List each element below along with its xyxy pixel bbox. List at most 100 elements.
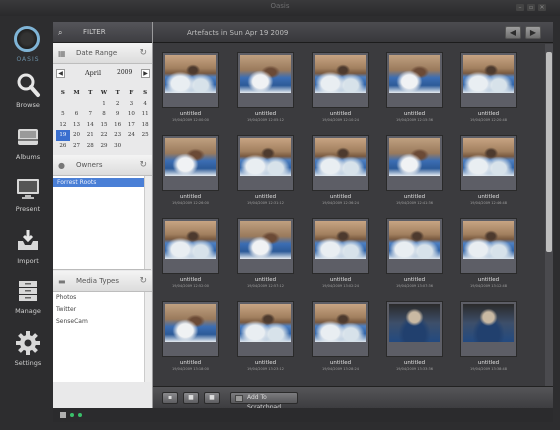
calendar-day[interactable] (125, 141, 139, 152)
calendar-day[interactable]: 15 (97, 120, 111, 131)
artefact-tile[interactable]: untitled 19/04/2009 12:52:00 (162, 218, 219, 291)
artefact-thumbnail[interactable] (312, 135, 369, 191)
media-type-item[interactable]: SenseCam (53, 316, 151, 328)
artefact-tile[interactable]: untitled 19/04/2009 12:26:00 (162, 135, 219, 208)
calendar-day[interactable]: 14 (83, 120, 97, 131)
calendar-day[interactable]: 10 (125, 109, 139, 120)
artefact-tile[interactable]: untitled 19/04/2009 13:12:48 (460, 218, 517, 291)
calendar-day[interactable] (138, 141, 152, 152)
calendar-day[interactable]: 16 (111, 120, 125, 131)
forward-button[interactable]: ▶ (525, 26, 541, 39)
artefact-tile[interactable]: untitled 19/04/2009 12:36:24 (312, 135, 369, 208)
dock-item-browse[interactable]: Browse (0, 72, 56, 109)
artefact-tile[interactable]: untitled 19/04/2009 12:15:36 (386, 52, 443, 125)
artefact-tile[interactable]: untitled 19/04/2009 13:07:36 (386, 218, 443, 291)
next-month-button[interactable]: ▶ (141, 69, 150, 78)
artefact-thumbnail[interactable] (312, 218, 369, 274)
artefact-tile[interactable]: untitled 19/04/2009 13:02:24 (312, 218, 369, 291)
artefact-thumbnail[interactable] (162, 135, 219, 191)
calendar-day[interactable]: 5 (56, 109, 70, 120)
calendar-day[interactable]: 29 (97, 141, 111, 152)
artefact-thumbnail[interactable] (460, 135, 517, 191)
artefact-thumbnail[interactable] (162, 52, 219, 108)
dock-item-present[interactable]: Present (0, 176, 56, 213)
back-button[interactable]: ◀ (505, 26, 521, 39)
artefact-tile[interactable]: untitled 19/04/2009 13:18:00 (162, 301, 219, 374)
owner-item[interactable]: Forrest Roots (53, 178, 151, 187)
artefact-thumbnail[interactable] (237, 218, 294, 274)
artefact-tile[interactable]: untitled 19/04/2009 12:00:00 (162, 52, 219, 125)
calendar-day[interactable]: 1 (97, 99, 111, 110)
grid-scrollbar[interactable] (545, 44, 553, 404)
calendar-year[interactable]: 2009 (117, 69, 132, 76)
calendar-day[interactable]: 17 (125, 120, 139, 131)
artefact-tile[interactable]: untitled 19/04/2009 12:10:24 (312, 52, 369, 125)
artefact-thumbnail[interactable] (386, 301, 443, 357)
refresh-icon[interactable]: ↻ (139, 160, 147, 170)
calendar-day[interactable]: 12 (56, 120, 70, 131)
artefact-thumbnail[interactable] (162, 218, 219, 274)
prev-month-button[interactable]: ◀ (56, 69, 65, 78)
refresh-icon[interactable]: ↻ (139, 48, 147, 58)
artefact-thumbnail[interactable] (237, 301, 294, 357)
artefact-thumbnail[interactable] (386, 218, 443, 274)
add-to-scratchpad-button[interactable]: Add To Scratchpad (230, 392, 298, 411)
maximize-button[interactable]: ▫ (527, 4, 535, 11)
calendar-day[interactable]: 22 (97, 130, 111, 141)
artefact-tile[interactable]: untitled 19/04/2009 13:23:12 (237, 301, 294, 374)
artefact-tile[interactable]: untitled 19/04/2009 13:28:24 (312, 301, 369, 374)
calendar-day[interactable]: 3 (125, 99, 139, 110)
artefact-thumbnail[interactable] (460, 301, 517, 357)
scrollbar-thumb[interactable] (546, 52, 552, 252)
artefact-thumbnail[interactable] (237, 135, 294, 191)
artefact-tile[interactable]: untitled 19/04/2009 12:31:12 (237, 135, 294, 208)
refresh-icon[interactable]: ↻ (139, 276, 147, 286)
minimize-button[interactable]: – (516, 4, 524, 11)
artefact-thumbnail[interactable] (312, 52, 369, 108)
artefact-tile[interactable]: untitled 19/04/2009 13:38:48 (460, 301, 517, 374)
dock-item-albums[interactable]: Albums (0, 124, 56, 161)
artefact-tile[interactable]: untitled 19/04/2009 12:57:12 (237, 218, 294, 291)
small-thumbnails-button[interactable]: ▪ (162, 392, 178, 404)
calendar-day[interactable]: 23 (111, 130, 125, 141)
calendar-day[interactable]: 7 (83, 109, 97, 120)
dock-item-import[interactable]: Import (0, 228, 56, 265)
dock-item-settings[interactable]: Settings (0, 330, 56, 367)
media-types-header[interactable]: ▬ Media Types ↻ (53, 271, 152, 292)
artefact-thumbnail[interactable] (237, 52, 294, 108)
date-range-header[interactable]: ▦ Date Range ↻ (53, 43, 152, 64)
close-button[interactable]: ✕ (538, 4, 546, 11)
calendar-day[interactable] (83, 99, 97, 110)
dock-item-manage[interactable]: Manage (0, 278, 56, 315)
large-thumbnails-button[interactable]: ■ (204, 392, 220, 404)
calendar-day[interactable]: 30 (111, 141, 125, 152)
media-type-item[interactable]: Twitter (53, 304, 151, 316)
artefact-thumbnail[interactable] (386, 135, 443, 191)
artefact-tile[interactable]: untitled 19/04/2009 12:05:12 (237, 52, 294, 125)
artefact-thumbnail[interactable] (386, 52, 443, 108)
media-type-item[interactable]: Photos (53, 292, 151, 304)
owners-scrollbar[interactable] (144, 176, 151, 269)
owners-header[interactable]: ● Owners ↻ (53, 155, 152, 176)
calendar-day[interactable] (70, 99, 84, 110)
calendar-day[interactable]: 26 (56, 141, 70, 152)
calendar-day[interactable]: 11 (138, 109, 152, 120)
calendar-day[interactable]: 25 (138, 130, 152, 141)
calendar-day[interactable]: 8 (97, 109, 111, 120)
calendar-day[interactable]: 28 (83, 141, 97, 152)
calendar-day[interactable]: 24 (125, 130, 139, 141)
calendar-day[interactable]: 9 (111, 109, 125, 120)
calendar-day[interactable]: 21 (83, 130, 97, 141)
artefact-thumbnail[interactable] (162, 301, 219, 357)
calendar-day[interactable]: 4 (138, 99, 152, 110)
artefact-tile[interactable]: untitled 19/04/2009 12:20:48 (460, 52, 517, 125)
artefact-tile[interactable]: untitled 19/04/2009 12:46:48 (460, 135, 517, 208)
calendar-day[interactable]: 13 (70, 120, 84, 131)
artefact-thumbnail[interactable] (460, 52, 517, 108)
calendar-day[interactable] (56, 99, 70, 110)
artefact-thumbnail[interactable] (460, 218, 517, 274)
artefact-tile[interactable]: untitled 19/04/2009 12:41:36 (386, 135, 443, 208)
calendar-day[interactable]: 27 (70, 141, 84, 152)
calendar-day-selected[interactable]: 19 (56, 130, 70, 141)
media-types-scrollbar[interactable] (144, 292, 151, 382)
